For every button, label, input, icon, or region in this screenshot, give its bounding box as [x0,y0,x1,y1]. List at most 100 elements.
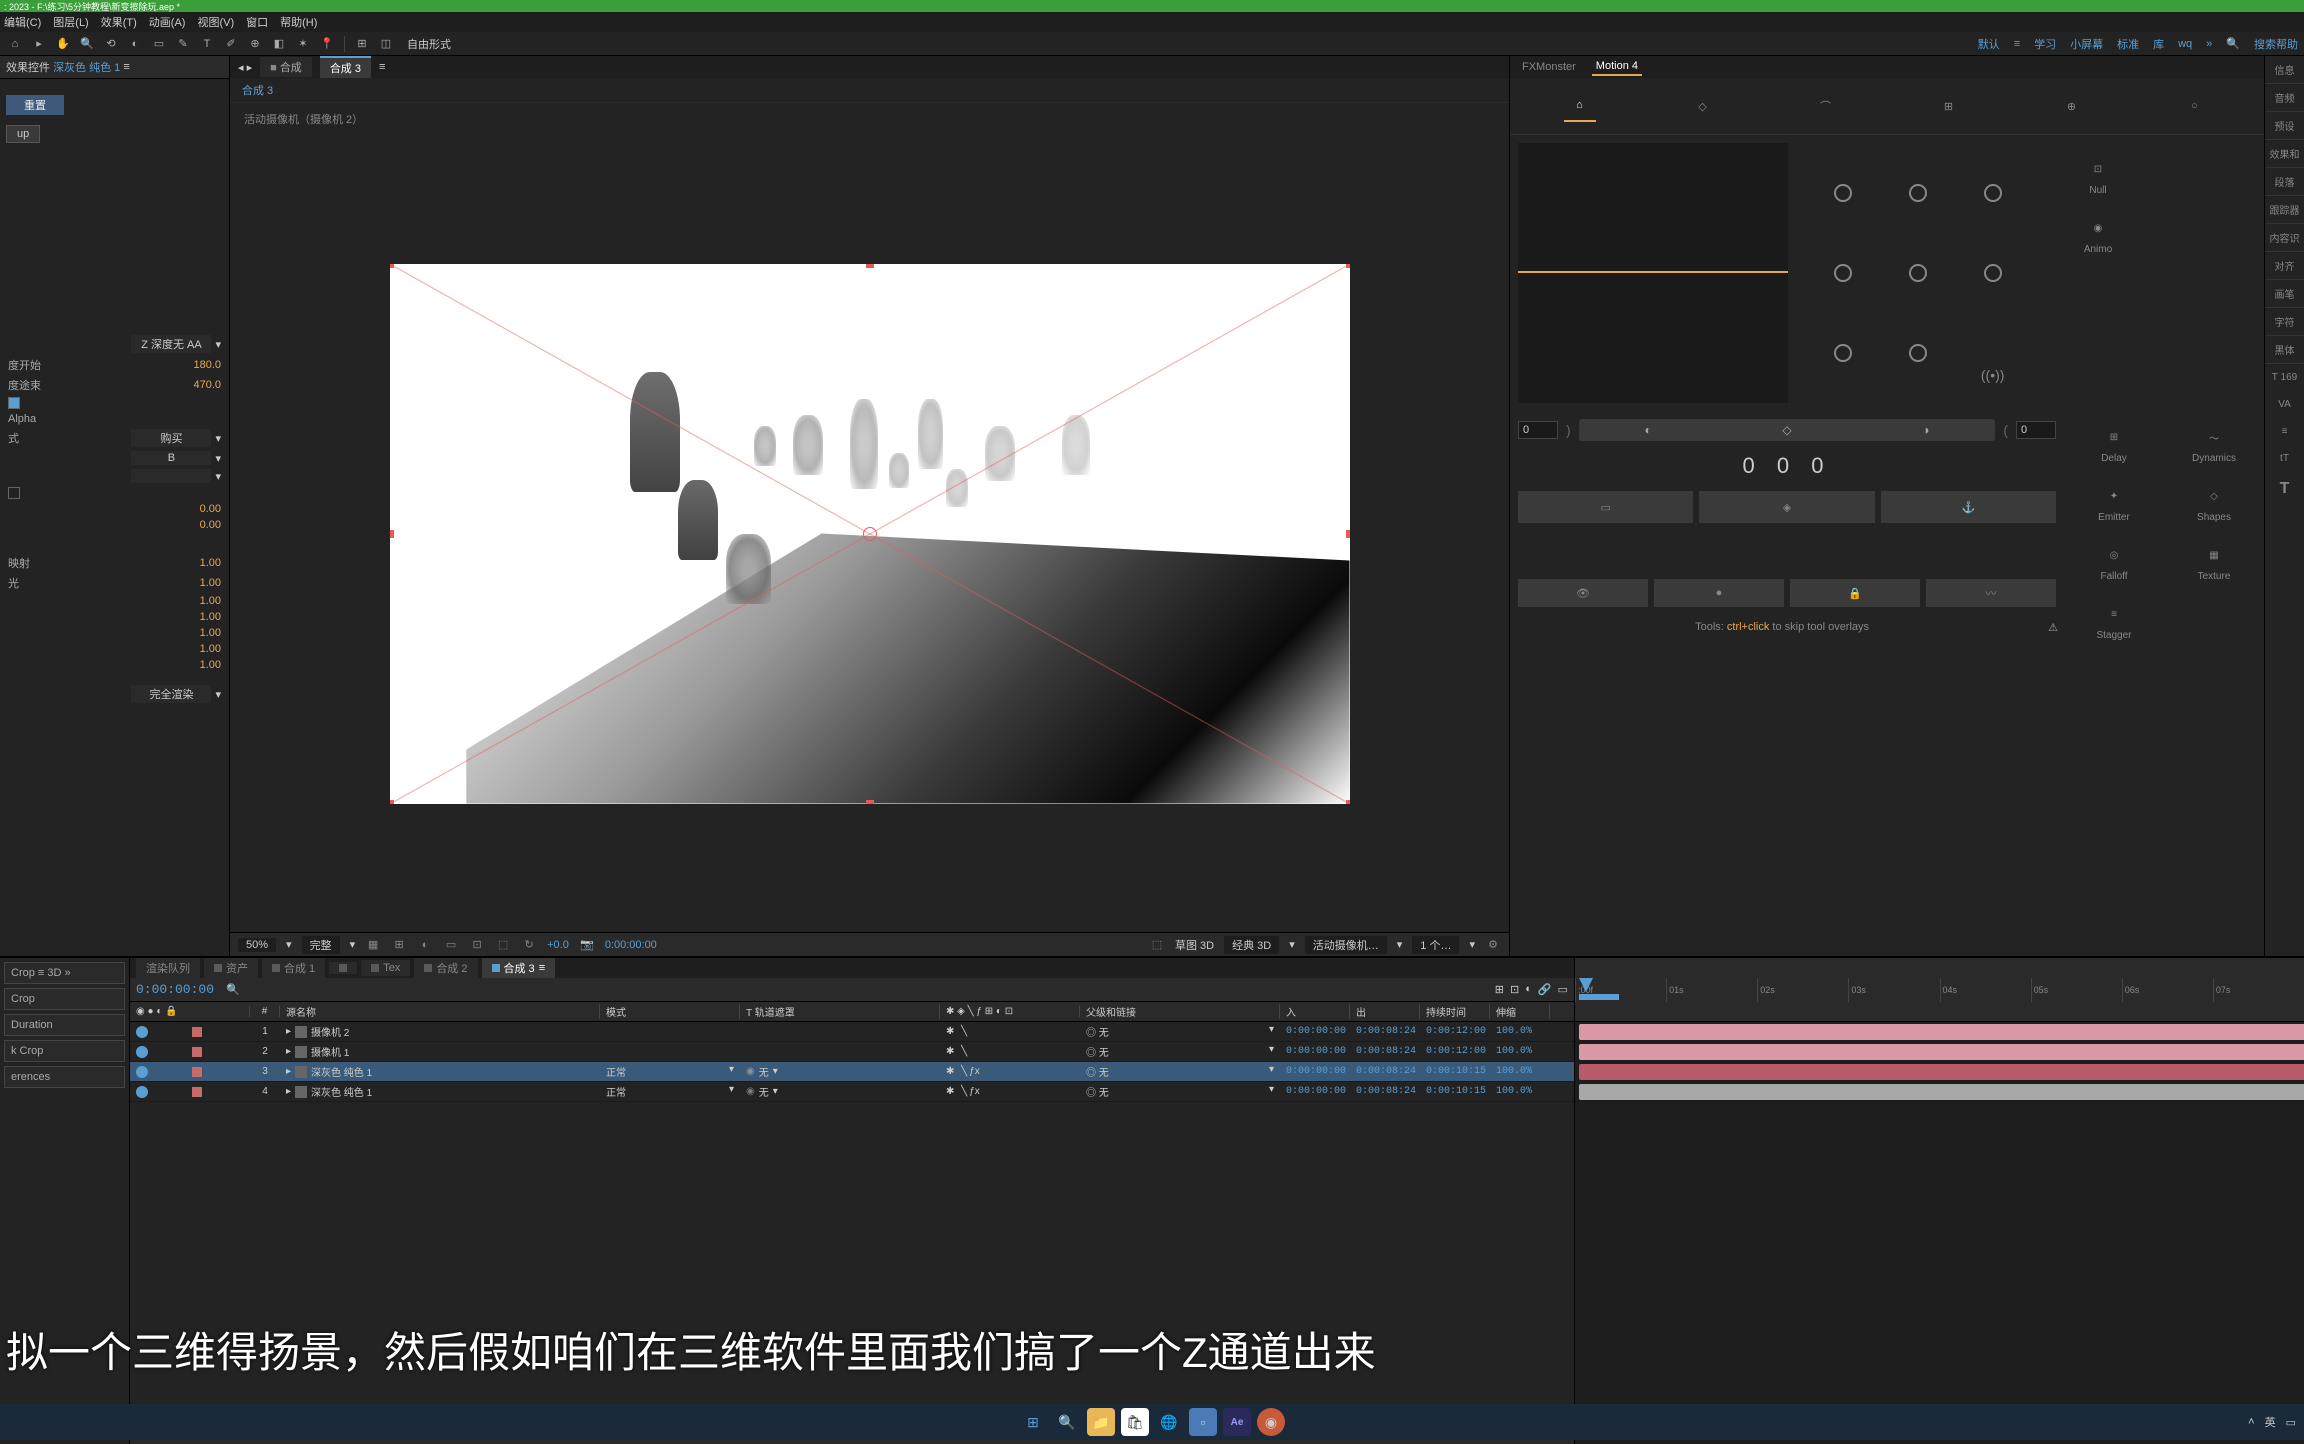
tl-tab-tex[interactable]: Tex [361,960,410,976]
ws-library[interactable]: 库 [2153,36,2164,52]
apply-button[interactable]: ▭ [1518,491,1693,523]
tracker-tab[interactable]: 跟踪器 [2265,196,2304,224]
tool-delay[interactable]: ⊞Delay [2068,419,2160,470]
comp-breadcrumb[interactable]: 合成 3 [230,78,1509,103]
tray-up-icon[interactable]: ˄ [2248,1416,2254,1428]
rotate-tool-icon[interactable]: ◐ [126,35,144,53]
depth-mode-select[interactable]: Z 深度无 AA [131,335,211,353]
viewport[interactable] [230,135,1509,932]
target-mode-icon[interactable]: ⊕ [2056,90,2088,122]
renderer-select[interactable]: 经典 3D [1224,936,1279,954]
paragraph-tab[interactable]: 段落 [2265,168,2304,196]
timeline-timecode[interactable]: 0:00:00:00 [136,982,214,997]
handle-ml[interactable] [390,530,394,538]
end-value[interactable]: 470.0 [193,379,221,391]
ease-in-icon[interactable]: ◐ [1579,423,1718,437]
zoom-select[interactable]: 50% [238,938,276,952]
tl-tab-assets[interactable]: 资产 [204,958,258,978]
handle-mr[interactable] [1346,530,1350,538]
font-tab[interactable]: 黑体 [2265,336,2304,364]
track-1[interactable] [1575,1022,2304,1042]
views-select[interactable]: 1 个… [1412,936,1459,954]
menu-edit[interactable]: 编辑(C) [4,14,41,30]
search-help[interactable]: 搜索帮助 [2254,36,2298,52]
val-a[interactable]: 0.00 [200,503,221,515]
anchor-tm[interactable] [1909,184,1927,202]
key-button[interactable]: ◈ [1699,491,1874,523]
broadcast-icon[interactable]: ((•)) [1981,367,2005,383]
col-trackmatte[interactable]: T 轨道遮罩 [740,1004,940,1019]
list-icon[interactable]: ≡ [2265,418,2304,445]
clone-tool-icon[interactable]: ⊕ [246,35,264,53]
tl-icon-1[interactable]: ⊞ [1495,983,1504,996]
track-4[interactable] [1575,1082,2304,1102]
anchor-point[interactable] [863,527,877,541]
tab-motion4[interactable]: Motion 4 [1592,58,1642,76]
col-source-name[interactable]: 源名称 [280,1004,600,1019]
zoom-tool-icon[interactable]: 🔍 [78,35,96,53]
mask-icon[interactable]: ◐ [417,937,433,953]
grid-mode-icon[interactable]: ⊞ [1933,90,1965,122]
ws-wq[interactable]: wq [2178,38,2192,50]
anchor-tl[interactable] [1834,184,1852,202]
comp-tab-active[interactable]: 合成 3 [320,56,371,78]
snapshot-icon[interactable]: 📷 [579,937,595,953]
chrome-icon[interactable]: 🌐 [1155,1408,1183,1436]
track-bars[interactable] [1575,1022,2304,1444]
search-taskbar-icon[interactable]: 🔍 [1053,1408,1081,1436]
anchor-c[interactable] [1909,264,1927,282]
tl-tab-comp3[interactable]: 合成 3 ≡ [482,958,556,978]
tab-fxmonster[interactable]: FXMonster [1518,59,1580,75]
ws-small[interactable]: 小屏幕 [2070,36,2103,52]
start-button[interactable]: ⊞ [1019,1408,1047,1436]
effects-tab[interactable]: 效果和 [2265,140,2304,168]
tt-icon[interactable]: tT [2265,445,2304,472]
text-tool-icon[interactable]: T [198,35,216,53]
duration-btn[interactable]: Duration [4,1014,125,1036]
b-select[interactable]: B [131,451,211,465]
search-icon[interactable]: 🔍 [2226,37,2240,50]
checkbox-2[interactable] [8,487,20,499]
tl-icon-4[interactable]: 🔗 [1538,983,1552,996]
anchor-bm[interactable] [1909,344,1927,362]
pen-tool-icon[interactable]: ✎ [174,35,192,53]
time-ruler[interactable]: :00f 01s 02s 03s 04s 05s 06s 07s [1575,978,2304,1002]
align-icon[interactable]: ◫ [377,35,395,53]
col-mode[interactable]: 模式 [600,1004,740,1019]
roto-tool-icon[interactable]: ✶ [294,35,312,53]
menu-animation[interactable]: 动画(A) [149,14,186,30]
text-tool-t-icon[interactable]: T 169 [2265,364,2304,391]
ae-icon[interactable]: Ae [1223,1408,1251,1436]
checkbox-1[interactable] [8,397,20,409]
info-tab[interactable]: 信息 [2265,56,2304,84]
layer-row-4[interactable]: 4 ▸深灰色 纯色 1 正常▾ ◉ 无 ▾ ✱ ╲ƒx ◎ 无 ▾ 0:00:0… [130,1082,1574,1102]
tab-menu-icon[interactable]: ≡ [379,61,385,73]
brush-tool-icon[interactable]: ✐ [222,35,240,53]
nav-icon[interactable]: ◂ ▸ [238,61,252,74]
canvas[interactable] [390,264,1350,804]
ease-selector[interactable]: ◐ ◇ ◑ [1579,419,1996,441]
audio-tab[interactable]: 音频 [2265,84,2304,112]
timeline-search-icon[interactable]: 🔍 [226,983,240,996]
camera-select[interactable]: 活动摄像机… [1305,936,1387,954]
crop-row[interactable]: Crop ≡ 3D » [4,962,125,984]
preset-tab[interactable]: 预设 [2265,112,2304,140]
menu-help[interactable]: 帮助(H) [280,14,317,30]
anchor-ml[interactable] [1834,264,1852,282]
menu-view[interactable]: 视图(V) [197,14,234,30]
tool-texture[interactable]: ▦Texture [2168,537,2260,588]
handle-tm[interactable] [866,264,874,268]
menu-effect[interactable]: 效果(T) [101,14,137,30]
setup-button[interactable]: up [6,125,40,143]
brush-tab[interactable]: 画笔 [2265,280,2304,308]
rect-tool-icon[interactable]: ▭ [150,35,168,53]
refresh-icon[interactable]: ↻ [521,937,537,953]
ws-learn[interactable]: 学习 [2034,36,2056,52]
va-icon[interactable]: VA [2265,391,2304,418]
kcrop-btn[interactable]: k Crop [4,1040,125,1062]
tool-dynamics[interactable]: 〜Dynamics [2168,419,2260,470]
align-tab[interactable]: 对齐 [2265,252,2304,280]
record-action[interactable]: ● [1654,579,1784,607]
search-mode-icon[interactable]: ○ [2179,90,2211,122]
ease-mid-icon[interactable]: ◇ [1718,423,1857,437]
